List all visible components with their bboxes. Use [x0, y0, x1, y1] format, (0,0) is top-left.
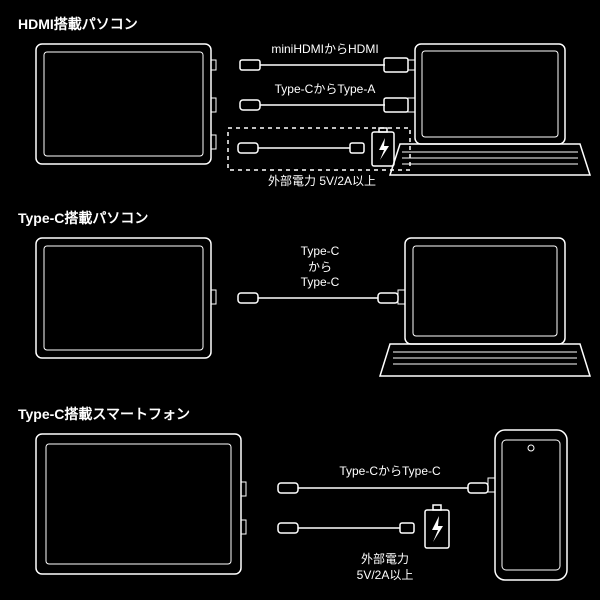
s2-cable-label: Type-C から Type-C [290, 244, 350, 291]
section1-title: HDMI搭載パソコン [18, 14, 138, 34]
cable-typec-typec-2 [278, 483, 488, 493]
battery-icon-1 [372, 128, 394, 166]
section2-title: Type-C搭載パソコン [18, 208, 148, 228]
monitor-1 [36, 44, 216, 164]
battery-icon-2 [425, 505, 449, 548]
cable-power-1 [238, 143, 364, 153]
s1-power-label: 外部電力 5V/2A以上 [242, 174, 402, 190]
monitor-2 [36, 238, 216, 358]
s1-cable2-label: Type-CからType-A [260, 82, 390, 98]
cable-power-2 [278, 523, 414, 533]
laptop-1 [390, 44, 590, 175]
s3-cable-label: Type-CからType-C [320, 464, 460, 480]
cable-typec-typea [240, 98, 408, 112]
s1-cable1-label: miniHDMIからHDMI [255, 42, 395, 58]
cable-typec-typec-1 [238, 293, 398, 303]
s3-power-label: 外部電力 5V/2A以上 [340, 552, 430, 583]
cable-minihdmi [240, 58, 408, 72]
laptop-2 [380, 238, 590, 376]
smartphone [488, 430, 567, 580]
section3-title: Type-C搭載スマートフォン [18, 404, 190, 424]
monitor-3 [36, 434, 246, 574]
